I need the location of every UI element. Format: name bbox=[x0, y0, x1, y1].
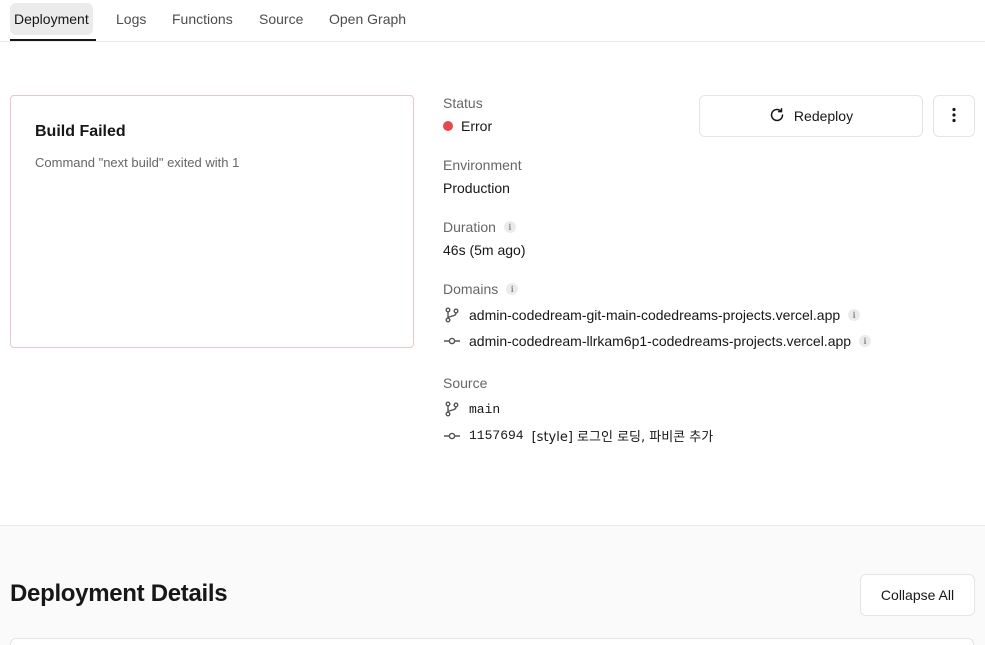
tab-logs[interactable]: Logs bbox=[112, 3, 150, 35]
domain-link-commit[interactable]: admin-codedream-llrkam6p1-codedreams-pro… bbox=[443, 332, 872, 350]
more-options-button[interactable] bbox=[933, 95, 975, 137]
more-vertical-icon bbox=[952, 107, 956, 126]
git-branch-icon bbox=[443, 306, 461, 324]
error-status-dot bbox=[443, 121, 453, 131]
status-value: Error bbox=[443, 118, 492, 134]
git-branch-icon bbox=[443, 400, 461, 418]
commit-hash: 1157694 bbox=[469, 428, 524, 443]
git-commit-icon bbox=[443, 427, 461, 445]
source-branch[interactable]: main bbox=[443, 400, 500, 418]
domain-link-branch[interactable]: admin-codedream-git-main-codedreams-proj… bbox=[443, 306, 861, 324]
commit-message: [style] 로그인 로딩, 파비콘 추가 bbox=[531, 430, 714, 445]
info-icon[interactable]: i bbox=[503, 221, 516, 233]
tab-source[interactable]: Source bbox=[255, 3, 307, 35]
build-error-card: Build Failed Command "next build" exited… bbox=[10, 95, 414, 348]
deployment-details-title: Deployment Details bbox=[10, 580, 228, 607]
tab-deployment[interactable]: Deployment bbox=[10, 3, 93, 35]
tab-bar: Deployment Logs Functions Source Open Gr… bbox=[0, 0, 985, 42]
build-error-title: Build Failed bbox=[35, 123, 126, 140]
status-label: Status bbox=[443, 95, 483, 111]
info-icon[interactable]: i bbox=[848, 309, 861, 321]
redeploy-button[interactable]: Redeploy bbox=[699, 95, 923, 137]
deployment-details-section: Deployment Details Collapse All bbox=[0, 525, 985, 645]
build-error-message: Command "next build" exited with 1 bbox=[35, 155, 240, 170]
duration-value: 46s (5m ago) bbox=[443, 242, 526, 258]
refresh-icon bbox=[769, 107, 785, 126]
source-commit[interactable]: 1157694 [style] 로그인 로딩, 파비콘 추가 bbox=[443, 426, 713, 445]
source-label: Source bbox=[443, 375, 488, 391]
duration-label: Duration i bbox=[443, 219, 516, 235]
domains-label: Domains i bbox=[443, 281, 519, 297]
tab-functions[interactable]: Functions bbox=[168, 3, 237, 35]
environment-label: Environment bbox=[443, 157, 522, 173]
git-commit-icon bbox=[443, 332, 461, 350]
info-icon[interactable]: i bbox=[859, 335, 872, 347]
environment-value: Production bbox=[443, 180, 510, 196]
tab-open-graph[interactable]: Open Graph bbox=[325, 3, 410, 35]
info-icon[interactable]: i bbox=[506, 283, 519, 295]
details-panel bbox=[10, 638, 974, 645]
active-tab-indicator bbox=[10, 39, 96, 41]
collapse-all-button[interactable]: Collapse All bbox=[860, 574, 975, 616]
